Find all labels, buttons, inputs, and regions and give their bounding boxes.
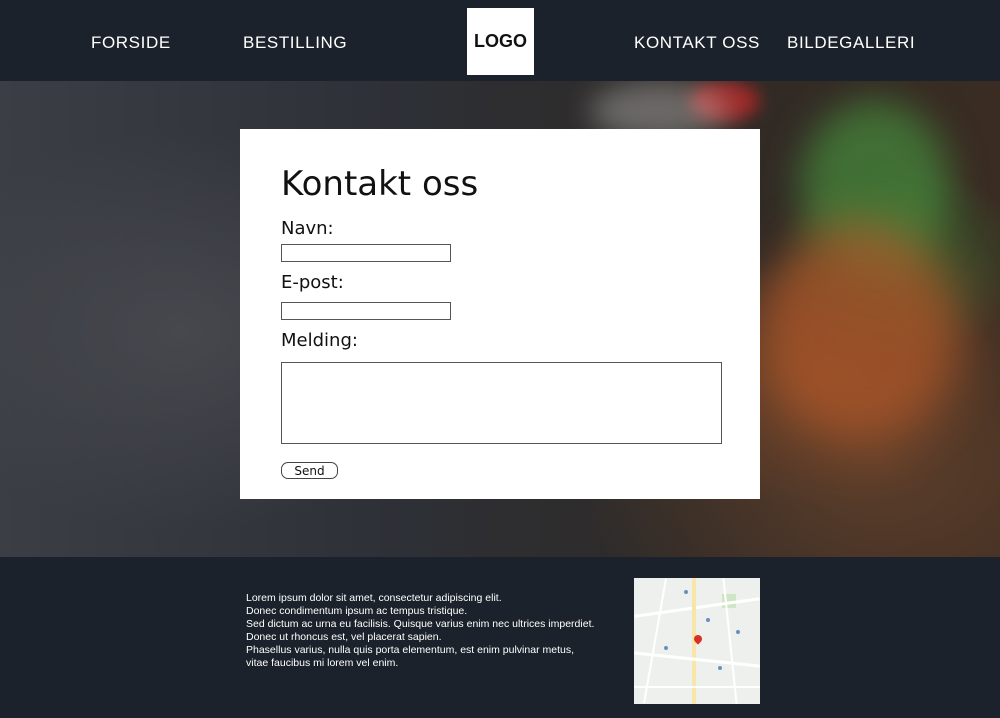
map-poi <box>736 630 740 634</box>
nav-kontakt-oss[interactable]: KONTAKT OSS <box>634 33 760 53</box>
email-field[interactable] <box>281 302 451 320</box>
message-field[interactable] <box>281 362 722 444</box>
top-nav: FORSIDE BESTILLING LOGO KONTAKT OSS BILD… <box>0 0 1000 81</box>
footer-line: Phasellus varius, nulla quis porta eleme… <box>246 644 574 656</box>
map-poi <box>706 618 710 622</box>
map-location-icon[interactable] <box>634 578 760 704</box>
name-field[interactable] <box>281 244 451 262</box>
name-label: Navn: <box>281 218 334 239</box>
message-label: Melding: <box>281 330 358 351</box>
footer-line: Lorem ipsum dolor sit amet, consectetur … <box>246 592 502 604</box>
send-button[interactable]: Send <box>281 462 338 479</box>
nav-forside[interactable]: FORSIDE <box>91 33 171 53</box>
footer-line: Donec condimentum ipsum ac tempus tristi… <box>246 605 468 617</box>
footer: Lorem ipsum dolor sit amet, consectetur … <box>0 557 1000 718</box>
email-label: E-post: <box>281 272 344 293</box>
map-road <box>643 578 667 704</box>
contact-form-card: Kontakt oss Navn: E-post: Melding: Send <box>240 129 760 499</box>
map-poi <box>664 646 668 650</box>
footer-line: Donec ut rhoncus est, vel placerat sapie… <box>246 631 442 643</box>
map-poi <box>684 590 688 594</box>
map-road <box>634 686 760 688</box>
fries-blob <box>760 221 960 441</box>
nav-bildegalleri[interactable]: BILDEGALLERI <box>787 33 915 53</box>
map-poi <box>718 666 722 670</box>
footer-text: Lorem ipsum dolor sit amet, consectetur … <box>246 592 626 670</box>
logo[interactable]: LOGO <box>467 8 534 75</box>
form-title: Kontakt oss <box>281 164 479 204</box>
footer-line: vitae faucibus mi lorem vel enim. <box>246 657 399 669</box>
map-road <box>634 597 760 618</box>
footer-line: Sed dictum ac urna eu facilisis. Quisque… <box>246 618 595 630</box>
nav-bestilling[interactable]: BESTILLING <box>243 33 347 53</box>
